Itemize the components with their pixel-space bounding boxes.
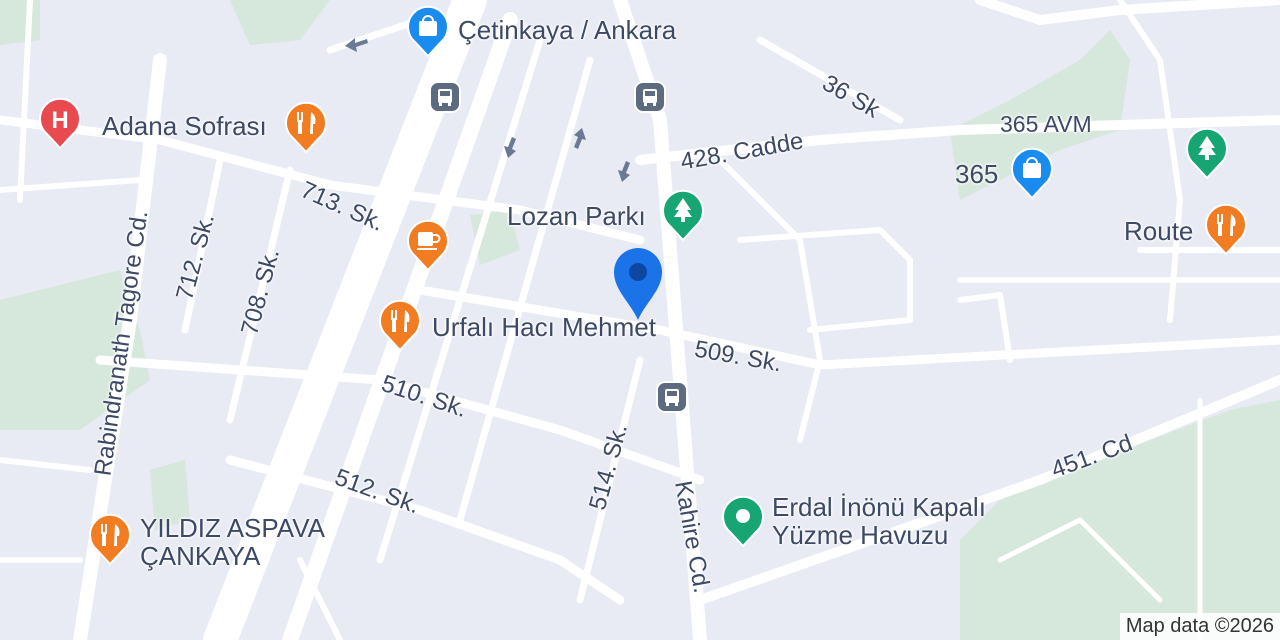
bus-stop-icon[interactable] — [656, 381, 688, 413]
place-label-365avm[interactable]: 365 AVM — [1000, 112, 1092, 137]
hospital-pin[interactable]: H — [37, 96, 83, 150]
park-pin-lozan[interactable] — [660, 188, 706, 242]
place-pin-erdal[interactable] — [720, 494, 766, 548]
park-pin-right[interactable] — [1184, 126, 1230, 180]
place-label-route[interactable]: Route — [1124, 217, 1193, 245]
cafe-pin[interactable] — [405, 218, 451, 272]
place-label-urfali[interactable]: Urfalı Hacı Mehmet — [432, 313, 656, 341]
place-label-cetinkaya[interactable]: Çetinkaya / Ankara — [458, 16, 676, 44]
bus-stop-icon[interactable] — [429, 81, 461, 113]
restaurant-pin-adana[interactable] — [283, 100, 329, 154]
place-label-365[interactable]: 365 — [955, 160, 998, 188]
hospital-icon: H — [51, 107, 68, 134]
place-label-yildiz[interactable]: YILDIZ ASPAVA ÇANKAYA — [140, 514, 325, 570]
restaurant-pin-yildiz[interactable] — [87, 512, 133, 566]
place-label-yildiz-line1: YILDIZ ASPAVA — [140, 513, 325, 543]
map-attribution[interactable]: Map data ©2026 — [1119, 613, 1280, 640]
restaurant-pin-route[interactable] — [1203, 202, 1249, 256]
shopping-pin-cetinkaya[interactable] — [405, 4, 451, 58]
place-label-adana[interactable]: Adana Sofrası — [102, 112, 267, 140]
place-label-lozan[interactable]: Lozan Parkı — [507, 202, 646, 230]
location-pin-icon[interactable] — [612, 246, 664, 322]
bus-stop-icon[interactable] — [634, 81, 666, 113]
place-dot-icon — [736, 509, 750, 523]
shopping-pin-365[interactable] — [1009, 146, 1055, 200]
place-label-yildiz-line2: ÇANKAYA — [140, 541, 261, 572]
place-label-erdal-line2: Yüzme Havuzu — [772, 520, 949, 551]
restaurant-pin-urfali[interactable] — [377, 298, 423, 352]
one-way-arrow-icon — [618, 161, 630, 182]
place-label-erdal-line1: Erdal İnönü Kapalı — [772, 492, 986, 522]
one-way-arrow-icon — [574, 128, 586, 149]
place-label-erdal[interactable]: Erdal İnönü Kapalı Yüzme Havuzu — [772, 493, 986, 549]
